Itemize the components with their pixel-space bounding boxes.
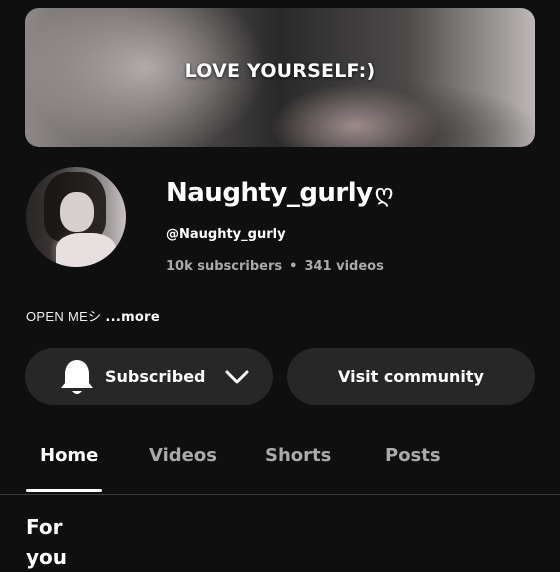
channel-tabs: Home Videos Shorts Posts	[0, 440, 560, 495]
banner-text: LOVE YOURSELF:)	[184, 60, 376, 82]
active-tab-indicator	[26, 489, 102, 492]
channel-stats: 10k subscribers • 341 videos	[166, 259, 384, 274]
tab-posts[interactable]: Posts	[385, 445, 441, 466]
stats-separator: •	[289, 259, 298, 274]
subscriber-count: 10k subscribers	[166, 259, 283, 274]
section-title: For you	[26, 515, 68, 569]
description-text: OPEN MEシ	[26, 309, 102, 324]
subscribed-button[interactable]: Subscribed	[25, 348, 273, 405]
avatar-face	[60, 192, 94, 232]
channel-name: Naughty_gurlyღ	[166, 178, 394, 208]
channel-avatar[interactable]	[26, 167, 126, 267]
visit-community-button[interactable]: Visit community	[287, 348, 535, 405]
tab-videos[interactable]: Videos	[149, 445, 217, 466]
bell-icon	[61, 359, 93, 394]
channel-description[interactable]: OPEN MEシ ...more	[26, 306, 160, 325]
channel-banner[interactable]: LOVE YOURSELF:)	[25, 8, 535, 147]
video-count: 341 videos	[304, 259, 384, 274]
channel-name-text: Naughty_gurly	[166, 178, 373, 208]
tab-shorts[interactable]: Shorts	[265, 445, 331, 466]
more-link[interactable]: ...more	[105, 310, 160, 325]
tab-home[interactable]: Home	[40, 445, 98, 466]
channel-handle: @Naughty_gurly	[166, 227, 286, 242]
avatar-shirt	[56, 233, 116, 267]
heart-icon: ღ	[374, 179, 394, 207]
subscribed-label: Subscribed	[105, 367, 206, 386]
chevron-down-icon	[225, 370, 249, 383]
